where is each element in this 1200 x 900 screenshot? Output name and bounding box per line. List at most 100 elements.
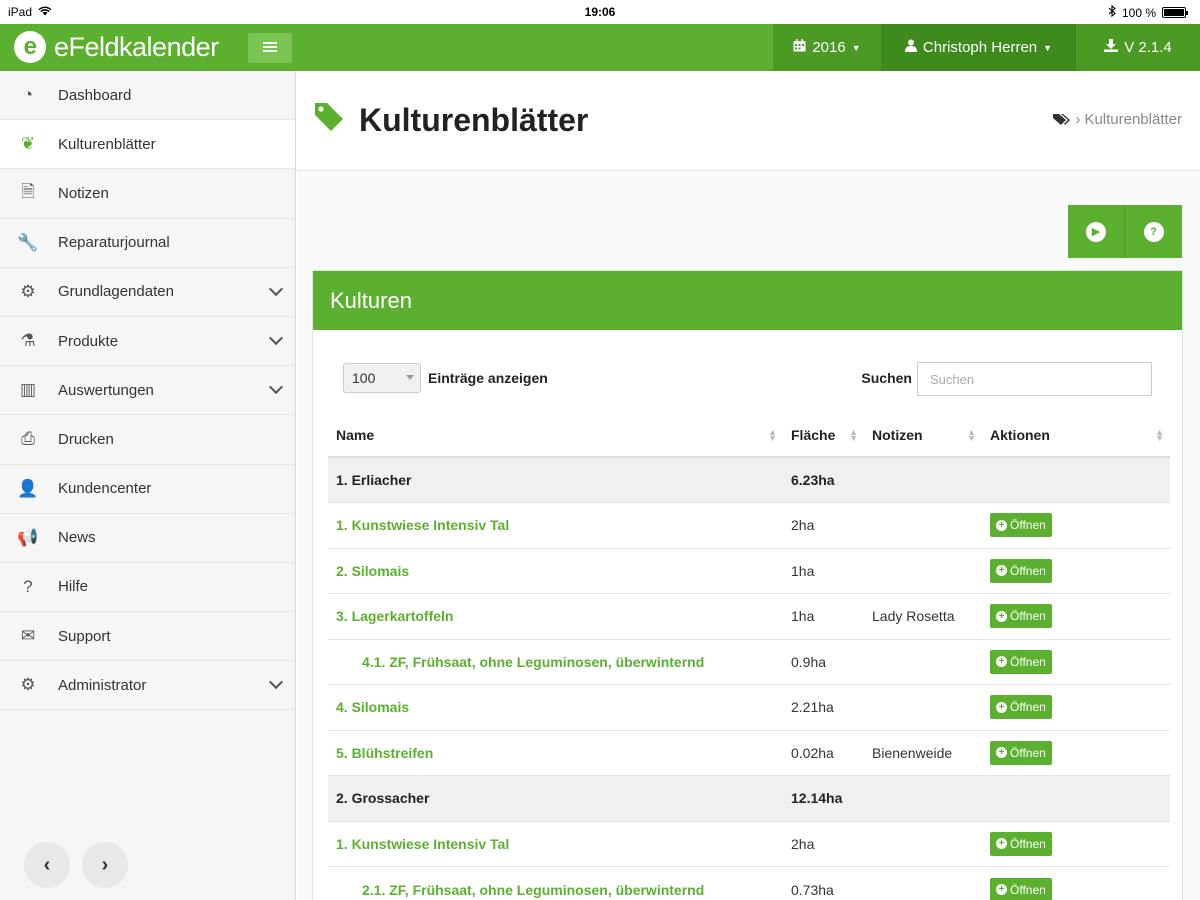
kultur-link[interactable]: 3. Lagerkartoffeln — [336, 608, 453, 624]
sidebar-item-label: Administrator — [58, 676, 147, 694]
sidebar-item-hilfe[interactable]: ? Hilfe — [0, 563, 295, 613]
cell-area: 1ha — [783, 547, 864, 594]
kultur-link[interactable]: 5. Blühstreifen — [336, 745, 433, 761]
cell-area: 2.21ha — [783, 684, 864, 730]
open-button[interactable]: + Öffnen — [990, 558, 1052, 583]
table-row: 1. Kunstwiese Intensiv Tal 2ha + Öffnen — [328, 820, 1170, 867]
brand-logo[interactable]: e eFeldkalender — [14, 31, 219, 63]
sidebar-item-drucken[interactable]: ⎙ Drucken — [0, 415, 295, 465]
column-header-area[interactable]: Fläche ▲ ▼ — [783, 413, 864, 458]
wrench-icon: 🔧 — [17, 232, 39, 252]
sidebar-item-grundlagendaten[interactable]: ⚙ Grundlagendaten — [0, 268, 295, 317]
search-input[interactable] — [917, 362, 1152, 396]
sidebar-menu: ◔ Dashboard ❦ Kulturenblätter 🗎 Notizen 🔧 Repar… — [0, 71, 295, 711]
plus-circle-icon: + — [996, 519, 1007, 531]
open-button-label: Öffnen — [1010, 745, 1046, 760]
help-button[interactable]: ? — [1125, 205, 1182, 258]
tags-icon[interactable] — [1053, 112, 1071, 128]
status-time: 19:06 — [584, 5, 616, 19]
sidebar-item-news[interactable]: 📢 News — [0, 514, 295, 563]
column-header-notes[interactable]: Notizen ▲ ▼ — [864, 413, 982, 458]
cell-name: 1. Kunstwiese Intensiv Tal — [328, 502, 783, 548]
parcel-name: 1. Erliacher — [336, 472, 412, 488]
top-navbar: e eFeldkalender 2016 ▼ Christoph Herren … — [0, 24, 1200, 71]
sidebar-item-label: Reparaturjournal — [58, 234, 170, 252]
cell-notes: Lady Rosetta — [864, 593, 982, 639]
parcel-name: 2. Grossacher — [336, 790, 430, 807]
open-button[interactable]: + Öffnen — [990, 740, 1052, 765]
cell-notes — [864, 684, 982, 730]
sidebar-item-administrator[interactable]: ⚙ Administrator — [0, 661, 295, 711]
page-title-text: Kulturenblätter — [359, 101, 589, 138]
user-dropdown[interactable]: Christoph Herren ▼ — [881, 24, 1076, 71]
table-row: 1. Kunstwiese Intensiv Tal 2ha + Öffnen — [328, 502, 1170, 548]
page-title: Kulturenblätter — [313, 101, 588, 139]
forward-button[interactable]: › — [82, 842, 128, 888]
open-button[interactable]: + Öffnen — [990, 649, 1052, 674]
cell-actions: + Öffnen — [982, 593, 1170, 639]
open-button[interactable]: + Öffnen — [990, 877, 1052, 900]
cell-notes — [864, 456, 982, 503]
open-button-label: Öffnen — [1010, 563, 1046, 578]
flask-icon: ⚗ — [20, 331, 36, 351]
question-circle-icon: ? — [1143, 221, 1164, 242]
file-icon: 🗎 — [21, 181, 35, 201]
sidebar-item-support[interactable]: ✉ Support — [0, 612, 295, 662]
year-dropdown[interactable]: 2016 ▼ — [773, 24, 881, 71]
chevron-down-icon — [268, 675, 284, 690]
open-button-label: Öffnen — [1010, 609, 1046, 624]
cell-area: 2ha — [783, 820, 864, 867]
kultur-link[interactable]: 2.1. ZF, Frühsaat, ohne Leguminosen, übe… — [336, 882, 704, 898]
open-button[interactable]: + Öffnen — [990, 604, 1052, 629]
sidebar-item-dashboard[interactable]: ◔ Dashboard — [0, 71, 295, 121]
sidebar-item-auswertungen[interactable]: ▥ Auswertungen — [0, 366, 295, 416]
play-tutorial-button[interactable]: ▶ — [1068, 205, 1125, 258]
kultur-link[interactable]: 4.1. ZF, Frühsaat, ohne Leguminosen, übe… — [336, 654, 704, 670]
column-header-label: Name — [336, 426, 375, 443]
sidebar-item-label: Hilfe — [58, 578, 89, 596]
sidebar-item-kundencenter[interactable]: 👤 Kundencenter — [0, 465, 295, 514]
chevron-down-icon — [268, 281, 284, 296]
column-header-name[interactable]: Name ▲ ▼ — [328, 413, 783, 458]
search-label: Suchen — [861, 370, 912, 386]
version-button[interactable]: V 2.1.4 — [1076, 24, 1200, 71]
kultur-link[interactable]: 2. Silomais — [336, 563, 409, 579]
hamburger-icon — [263, 40, 277, 57]
cell-name: 4. Silomais — [328, 684, 783, 730]
open-button[interactable]: + Öffnen — [990, 695, 1052, 720]
kulturen-panel: Kulturen 100 Einträge anzeigen Suchen Na… — [312, 270, 1183, 900]
cell-name: 3. Lagerkartoffeln — [328, 593, 783, 639]
column-header-label: Notizen — [872, 426, 923, 443]
sidebar-item-kulturenblätter[interactable]: ❦ Kulturenblätter — [0, 120, 295, 170]
plus-circle-icon: + — [996, 656, 1007, 668]
open-button[interactable]: + Öffnen — [990, 831, 1052, 856]
status-right: 100 % — [1108, 4, 1188, 20]
kultur-link[interactable]: 1. Kunstwiese Intensiv Tal — [336, 836, 509, 852]
sidebar-item-label: Dashboard — [58, 86, 132, 104]
open-button[interactable]: + Öffnen — [990, 513, 1052, 538]
sidebar-item-reparaturjournal[interactable]: 🔧 Reparaturjournal — [0, 219, 295, 268]
dashboard-icon: ◔ — [22, 85, 34, 105]
plus-circle-icon: + — [996, 838, 1007, 850]
print-icon: ⎙ — [21, 429, 35, 449]
battery-percent: 100 % — [1121, 5, 1156, 20]
cell-area: 0.73ha — [783, 866, 864, 900]
table-header-row: Name ▲ ▼ Fläche ▲ ▼ Notizen ▲ ▼ Aktionen ▲ ▼ — [328, 413, 1170, 458]
back-button[interactable]: ‹ — [24, 842, 70, 888]
open-button-label: Öffnen — [1010, 700, 1046, 715]
page-header: Kulturenblätter › Kulturenblätter — [297, 71, 1200, 171]
page-length-select[interactable]: 100 — [343, 363, 421, 393]
sort-icon: ▲ ▼ — [849, 427, 858, 443]
table-controls: 100 Einträge anzeigen Suchen — [343, 362, 1152, 396]
sidebar-item-produkte[interactable]: ⚗ Produkte — [0, 317, 295, 367]
sidebar-toggle-button[interactable] — [248, 33, 292, 63]
chevron-right-icon: › — [101, 853, 109, 876]
sidebar-item-notizen[interactable]: 🗎 Notizen — [0, 169, 295, 219]
cell-notes — [864, 820, 982, 867]
kultur-link[interactable]: 1. Kunstwiese Intensiv Tal — [336, 517, 509, 533]
brand-name: eFeldkalender — [54, 31, 219, 62]
column-header-actions[interactable]: Aktionen ▲ ▼ — [982, 413, 1170, 458]
kultur-link[interactable]: 4. Silomais — [336, 699, 409, 715]
cell-name: 1. Kunstwiese Intensiv Tal — [328, 820, 783, 867]
sidebar-item-label: Produkte — [58, 332, 119, 350]
